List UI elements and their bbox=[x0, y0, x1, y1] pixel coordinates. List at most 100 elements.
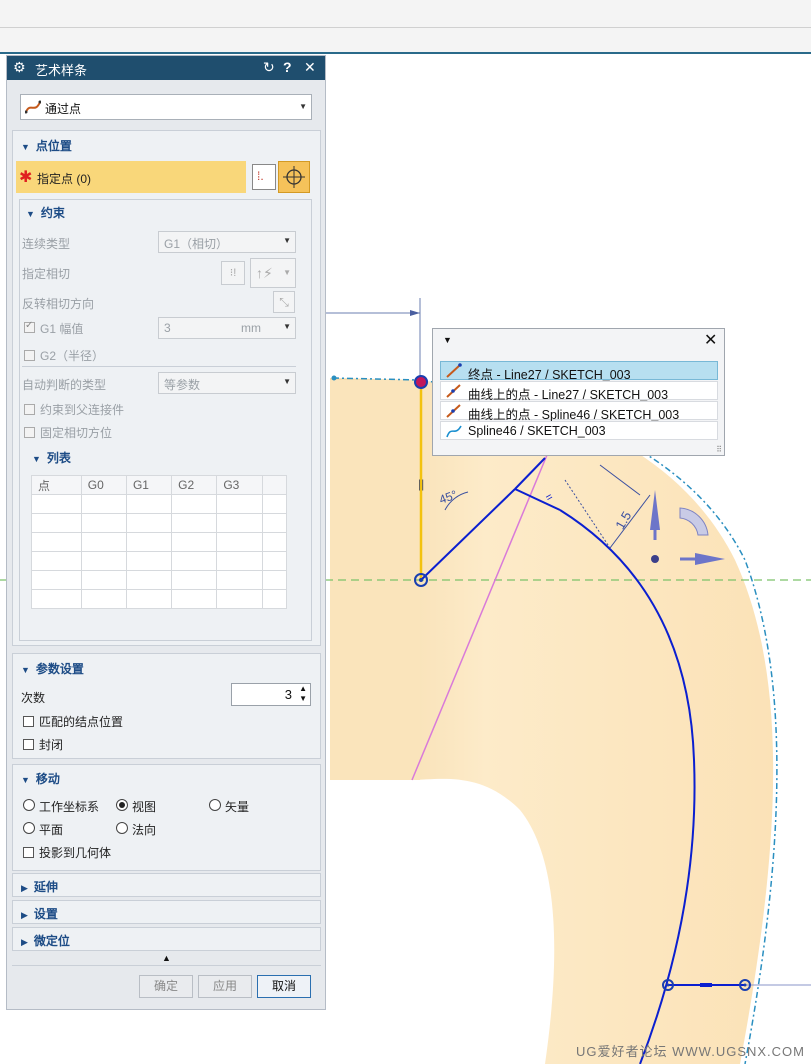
table-row bbox=[31, 494, 288, 514]
tangent-vector-button[interactable]: ⁝! bbox=[221, 261, 245, 285]
point-dialog-icon: ⁞. bbox=[257, 169, 264, 183]
ok-button[interactable]: 确定 bbox=[139, 975, 193, 998]
normal-radio[interactable] bbox=[116, 822, 128, 834]
degree-spinner[interactable]: 3 ▲ ▼ bbox=[231, 683, 311, 706]
normal-label: 法向 bbox=[132, 823, 157, 837]
end-point-icon bbox=[446, 363, 462, 378]
close-icon[interactable]: ✕ bbox=[704, 330, 717, 350]
section-header-move[interactable]: ▼ 移动 bbox=[21, 770, 60, 787]
method-value: 通过点 bbox=[45, 102, 82, 116]
move-section: ▼ 移动 工作坐标系 视图 矢量 平面 法向 投影到几何体 bbox=[12, 764, 321, 871]
popup-menu-icon[interactable]: ▼ bbox=[443, 335, 452, 345]
table-row bbox=[31, 513, 288, 533]
g1-magnitude-value: 3 bbox=[164, 321, 171, 335]
column-header: G0 bbox=[80, 475, 127, 495]
chevron-down-icon: ▼ bbox=[299, 102, 307, 111]
svg-text:||: || bbox=[418, 477, 424, 491]
chevron-down-icon: ▼ bbox=[283, 268, 291, 277]
point-on-curve-icon bbox=[446, 384, 461, 398]
g1-magnitude-label: G1 幅值 bbox=[40, 322, 84, 336]
view-label: 视图 bbox=[132, 800, 157, 814]
closed-label: 封闭 bbox=[39, 738, 64, 752]
specify-tangent-label: 指定相切 bbox=[22, 267, 71, 281]
section-header-parameters[interactable]: ▼ 参数设置 bbox=[21, 660, 84, 677]
section-header-constraints[interactable]: ▼ 约束 bbox=[26, 204, 65, 221]
table-row bbox=[31, 551, 288, 571]
constraint-list-table[interactable]: 点 G0 G1 G2 G3 bbox=[31, 475, 288, 609]
extend-section[interactable]: ▶ 延伸 bbox=[12, 873, 321, 897]
auto-infer-select[interactable]: 等参数 ▼ bbox=[158, 372, 296, 394]
tangent-vector-dropdown[interactable]: ↑⚡ ▼ bbox=[250, 258, 296, 288]
quickpick-item[interactable]: Spline46 / SKETCH_003 bbox=[440, 421, 718, 440]
help-icon[interactable]: ? bbox=[283, 59, 292, 75]
degree-label: 次数 bbox=[21, 691, 46, 705]
cancel-button[interactable]: 取消 bbox=[257, 975, 311, 998]
section-header-fine-positioning: ▶ 微定位 bbox=[21, 934, 70, 948]
point-dialog-button[interactable]: ⁞. bbox=[252, 164, 276, 190]
dialog-title-bar: ⚙ 艺术样条 ↻ ? ✕ bbox=[7, 56, 325, 80]
gear-icon[interactable]: ⚙ bbox=[13, 59, 26, 76]
vector-label: 矢量 bbox=[225, 800, 250, 814]
project-geometry-label: 投影到几何体 bbox=[39, 846, 112, 860]
top-toolbar-strip bbox=[0, 0, 811, 54]
vector-direction-icon: ↑⚡ bbox=[256, 265, 273, 281]
vector-icon: ⁝! bbox=[229, 267, 237, 279]
chevron-down-icon: ▼ bbox=[283, 236, 291, 245]
apply-button[interactable]: 应用 bbox=[198, 975, 252, 998]
project-geometry-checkbox[interactable] bbox=[23, 847, 34, 858]
match-knots-checkbox[interactable] bbox=[23, 716, 34, 727]
column-header: G3 bbox=[216, 475, 263, 495]
constrain-parent-checkbox[interactable] bbox=[24, 404, 35, 415]
view-radio[interactable] bbox=[116, 799, 128, 811]
quickpick-item-label: Spline46 / SKETCH_003 bbox=[468, 424, 606, 438]
method-select[interactable]: 通过点 ▼ bbox=[20, 94, 312, 120]
reverse-direction-button[interactable]: ⤡ bbox=[273, 291, 295, 313]
fix-tangent-checkbox[interactable] bbox=[24, 427, 35, 438]
point-position-section: ▼ 点位置 ✱ 指定点 (0) ⁞. ▼ 约束 连续类型 G1（相切） ▼ 指定相切… bbox=[12, 130, 321, 646]
continuity-type-select[interactable]: G1（相切） ▼ bbox=[158, 231, 296, 253]
vector-radio[interactable] bbox=[209, 799, 221, 811]
wcs-radio[interactable] bbox=[23, 799, 35, 811]
collapse-more-icon[interactable]: ▲ bbox=[162, 953, 171, 963]
table-row bbox=[31, 589, 288, 609]
divider bbox=[22, 366, 296, 367]
close-icon[interactable]: ✕ bbox=[304, 59, 316, 76]
settings-section[interactable]: ▶ 设置 bbox=[12, 900, 321, 924]
spinner-arrows-icon[interactable]: ▲ ▼ bbox=[299, 684, 307, 704]
specify-point-row[interactable]: ✱ 指定点 (0) bbox=[16, 161, 246, 193]
plane-label: 平面 bbox=[39, 823, 64, 837]
column-header bbox=[261, 475, 288, 495]
auto-infer-label: 自动判断的类型 bbox=[22, 378, 107, 392]
plane-radio[interactable] bbox=[23, 822, 35, 834]
closed-checkbox[interactable] bbox=[23, 739, 34, 750]
section-header-list[interactable]: ▼ 列表 bbox=[32, 449, 71, 466]
chevron-down-icon: ▼ bbox=[283, 322, 291, 331]
section-header-point-position[interactable]: ▼ 点位置 bbox=[21, 137, 72, 154]
reset-icon[interactable]: ↻ bbox=[263, 59, 275, 76]
chevron-down-icon: ▼ bbox=[283, 377, 291, 386]
crosshair-icon bbox=[283, 166, 305, 188]
g1-magnitude-input[interactable]: 3 mm ▼ bbox=[158, 317, 296, 339]
watermark: UG爱好者论坛 WWW.UGSNX.COM bbox=[576, 1044, 805, 1059]
section-header-settings: ▶ 设置 bbox=[21, 907, 58, 921]
table-row bbox=[31, 532, 288, 552]
g2-radius-checkbox[interactable] bbox=[24, 350, 35, 361]
resize-grip-icon[interactable]: ⠿ bbox=[716, 445, 722, 454]
parameters-section: ▼ 参数设置 次数 3 ▲ ▼ 匹配的结点位置 封闭 bbox=[12, 653, 321, 759]
constraints-subsection: ▼ 约束 连续类型 G1（相切） ▼ 指定相切 ⁝! ↑⚡ ▼ 反转相切方向 ⤡ ✓… bbox=[19, 199, 312, 641]
degree-value: 3 bbox=[284, 687, 292, 702]
specify-point-label: 指定点 (0) bbox=[37, 172, 92, 186]
studio-spline-dialog: ⚙ 艺术样条 ↻ ? ✕ 通过点 ▼ ▼ 点位置 ✱ 指定点 (0) ⁞. ▼ 约束… bbox=[6, 55, 326, 1010]
quickpick-item[interactable]: 终点 - Line27 / SKETCH_003 bbox=[440, 361, 718, 382]
point-on-curve-icon bbox=[446, 404, 461, 418]
spline-through-points-icon bbox=[25, 100, 41, 114]
required-asterisk-icon: ✱ bbox=[19, 169, 33, 186]
g2-radius-label: G2（半径） bbox=[40, 349, 105, 363]
reverse-tangent-label: 反转相切方向 bbox=[22, 297, 95, 311]
g1-magnitude-checkbox[interactable]: ✓ bbox=[24, 320, 35, 333]
point-snap-button[interactable] bbox=[278, 161, 310, 193]
quickpick-item[interactable]: 曲线上的点 - Line27 / SKETCH_003 bbox=[440, 381, 718, 402]
fine-positioning-section[interactable]: ▶ 微定位 bbox=[12, 927, 321, 951]
quickpick-item[interactable]: 曲线上的点 - Spline46 / SKETCH_003 bbox=[440, 401, 718, 422]
dialog-title: 艺术样条 bbox=[35, 63, 88, 78]
